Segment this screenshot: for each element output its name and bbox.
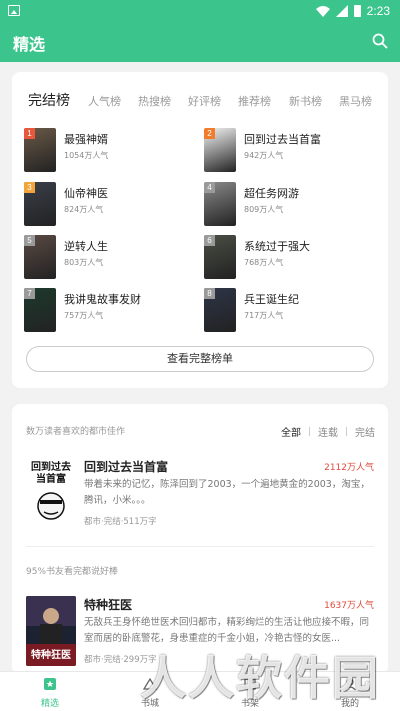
rank-badge: 2 — [204, 128, 215, 139]
app-bar: 精选 — [0, 22, 400, 62]
rank-item[interactable]: 7 我讲鬼故事发财 757万人气 — [24, 288, 194, 334]
rank-popularity: 809万人气 — [244, 205, 284, 214]
rank-badge: 4 — [204, 182, 215, 193]
rank-tabs: 完结榜 人气榜 热搜榜 好评榜 推荐榜 新书榜 黑马榜 — [12, 90, 388, 114]
featured-icon — [44, 678, 56, 690]
book-cover: 4 — [204, 182, 236, 226]
book-cover: 1 — [24, 128, 56, 172]
tab-new[interactable]: 新书榜 — [289, 93, 322, 109]
search-icon[interactable] — [372, 33, 388, 49]
signal-icon — [335, 5, 348, 17]
tab-recommended[interactable]: 推荐榜 — [238, 93, 271, 109]
filter-all[interactable]: 全部 — [281, 424, 301, 439]
book-popularity: 1637万人气 — [324, 601, 374, 611]
rank-badge: 1 — [24, 128, 35, 139]
rank-title: 仙帝神医 — [64, 187, 108, 200]
book-title: 特种狂医 — [84, 598, 133, 612]
rank-title: 回到过去当首富 — [244, 133, 321, 146]
book-cover: 2 — [204, 128, 236, 172]
rank-title: 我讲鬼故事发财 — [64, 293, 141, 306]
page-title: 精选 — [13, 35, 46, 54]
book-cover: 8 — [204, 288, 236, 332]
rank-title: 超任务网游 — [244, 187, 299, 200]
filter-tabs: 全部 连载 完结 — [281, 424, 375, 439]
status-time: 2:23 — [366, 4, 390, 18]
svg-text:当首富: 当首富 — [36, 472, 66, 485]
read-section-subtitle: 95%书友看完都说好棒 — [26, 567, 119, 577]
rank-title: 兵王诞生纪 — [244, 293, 299, 306]
svg-text:特种狂医: 特种狂医 — [31, 648, 71, 661]
divider — [309, 427, 310, 436]
rank-title: 系统过于强大 — [244, 240, 310, 253]
rank-item[interactable]: 2 回到过去当首富 942万人气 — [204, 128, 374, 174]
status-bar: 2:23 — [0, 0, 400, 22]
rank-popularity: 942万人气 — [244, 151, 284, 160]
rank-popularity: 1054万人气 — [64, 151, 109, 160]
rank-item[interactable]: 5 逆转人生 803万人气 — [24, 235, 194, 281]
rank-item[interactable]: 1 最强神婿 1054万人气 — [24, 128, 194, 174]
watermark: 人人软件园 — [140, 651, 380, 705]
city-section-subtitle: 数万读者喜欢的都市佳作 — [26, 427, 126, 437]
book-cover: 6 — [204, 235, 236, 279]
rank-badge: 6 — [204, 235, 215, 246]
rank-popularity: 803万人气 — [64, 258, 104, 267]
tab-hot-search[interactable]: 热搜榜 — [138, 93, 171, 109]
filter-completed[interactable]: 完结 — [355, 424, 375, 439]
book-cover: 回到过去 当首富 — [26, 458, 76, 528]
book-description: 带着未来的记忆，陈泽回到了2003，一个遍地黄金的2003，淘宝，腾讯，小米。。… — [84, 479, 370, 506]
rank-item[interactable]: 8 兵王诞生纪 717万人气 — [204, 288, 374, 334]
divider — [26, 546, 374, 547]
rank-popularity: 717万人气 — [244, 311, 284, 320]
recommend-card: 数万读者喜欢的都市佳作 全部 连载 完结 回到过去 当首富 回到过去当首富 21… — [12, 404, 388, 674]
nav-label: 精选 — [40, 699, 59, 709]
svg-text:回到过去: 回到过去 — [31, 460, 71, 473]
rank-title: 最强神婿 — [64, 133, 108, 146]
nav-featured[interactable]: 精选 — [0, 672, 100, 711]
rank-item[interactable]: 6 系统过于强大 768万人气 — [204, 235, 374, 281]
tab-rated[interactable]: 好评榜 — [188, 93, 221, 109]
rank-popularity: 768万人气 — [244, 258, 284, 267]
rank-badge: 7 — [24, 288, 35, 299]
book-cover: 特种狂医 — [26, 596, 76, 666]
filter-ongoing[interactable]: 连载 — [318, 424, 338, 439]
book-cover: 3 — [24, 182, 56, 226]
tab-dark-horse[interactable]: 黑马榜 — [339, 93, 372, 109]
book-item[interactable]: 回到过去 当首富 回到过去当首富 2112万人气 带着未来的记忆，陈泽回到了20… — [26, 458, 376, 538]
rank-item[interactable]: 4 超任务网游 809万人气 — [204, 182, 374, 228]
book-cover: 5 — [24, 235, 56, 279]
wifi-icon — [315, 5, 330, 17]
rank-popularity: 757万人气 — [64, 311, 104, 320]
rank-popularity: 824万人气 — [64, 205, 104, 214]
book-title: 回到过去当首富 — [84, 460, 169, 474]
rank-item[interactable]: 3 仙帝神医 824万人气 — [24, 182, 194, 228]
book-cover: 7 — [24, 288, 56, 332]
notification-image-icon — [8, 5, 20, 16]
book-popularity: 2112万人气 — [324, 463, 374, 473]
battery-icon — [353, 5, 361, 17]
tab-completed[interactable]: 完结榜 — [28, 90, 70, 110]
ranking-card: 完结榜 人气榜 热搜榜 好评榜 推荐榜 新书榜 黑马榜 1 最强神婿 1054万人气… — [12, 72, 388, 388]
view-full-ranking-button[interactable]: 查看完整榜单 — [26, 346, 374, 372]
tab-popular[interactable]: 人气榜 — [88, 93, 121, 109]
rank-title: 逆转人生 — [64, 240, 108, 253]
rank-badge: 8 — [204, 288, 215, 299]
rank-badge: 3 — [24, 182, 35, 193]
rank-badge: 5 — [24, 235, 35, 246]
book-meta: 都市·完结·511万字 — [84, 517, 157, 527]
divider — [346, 427, 347, 436]
